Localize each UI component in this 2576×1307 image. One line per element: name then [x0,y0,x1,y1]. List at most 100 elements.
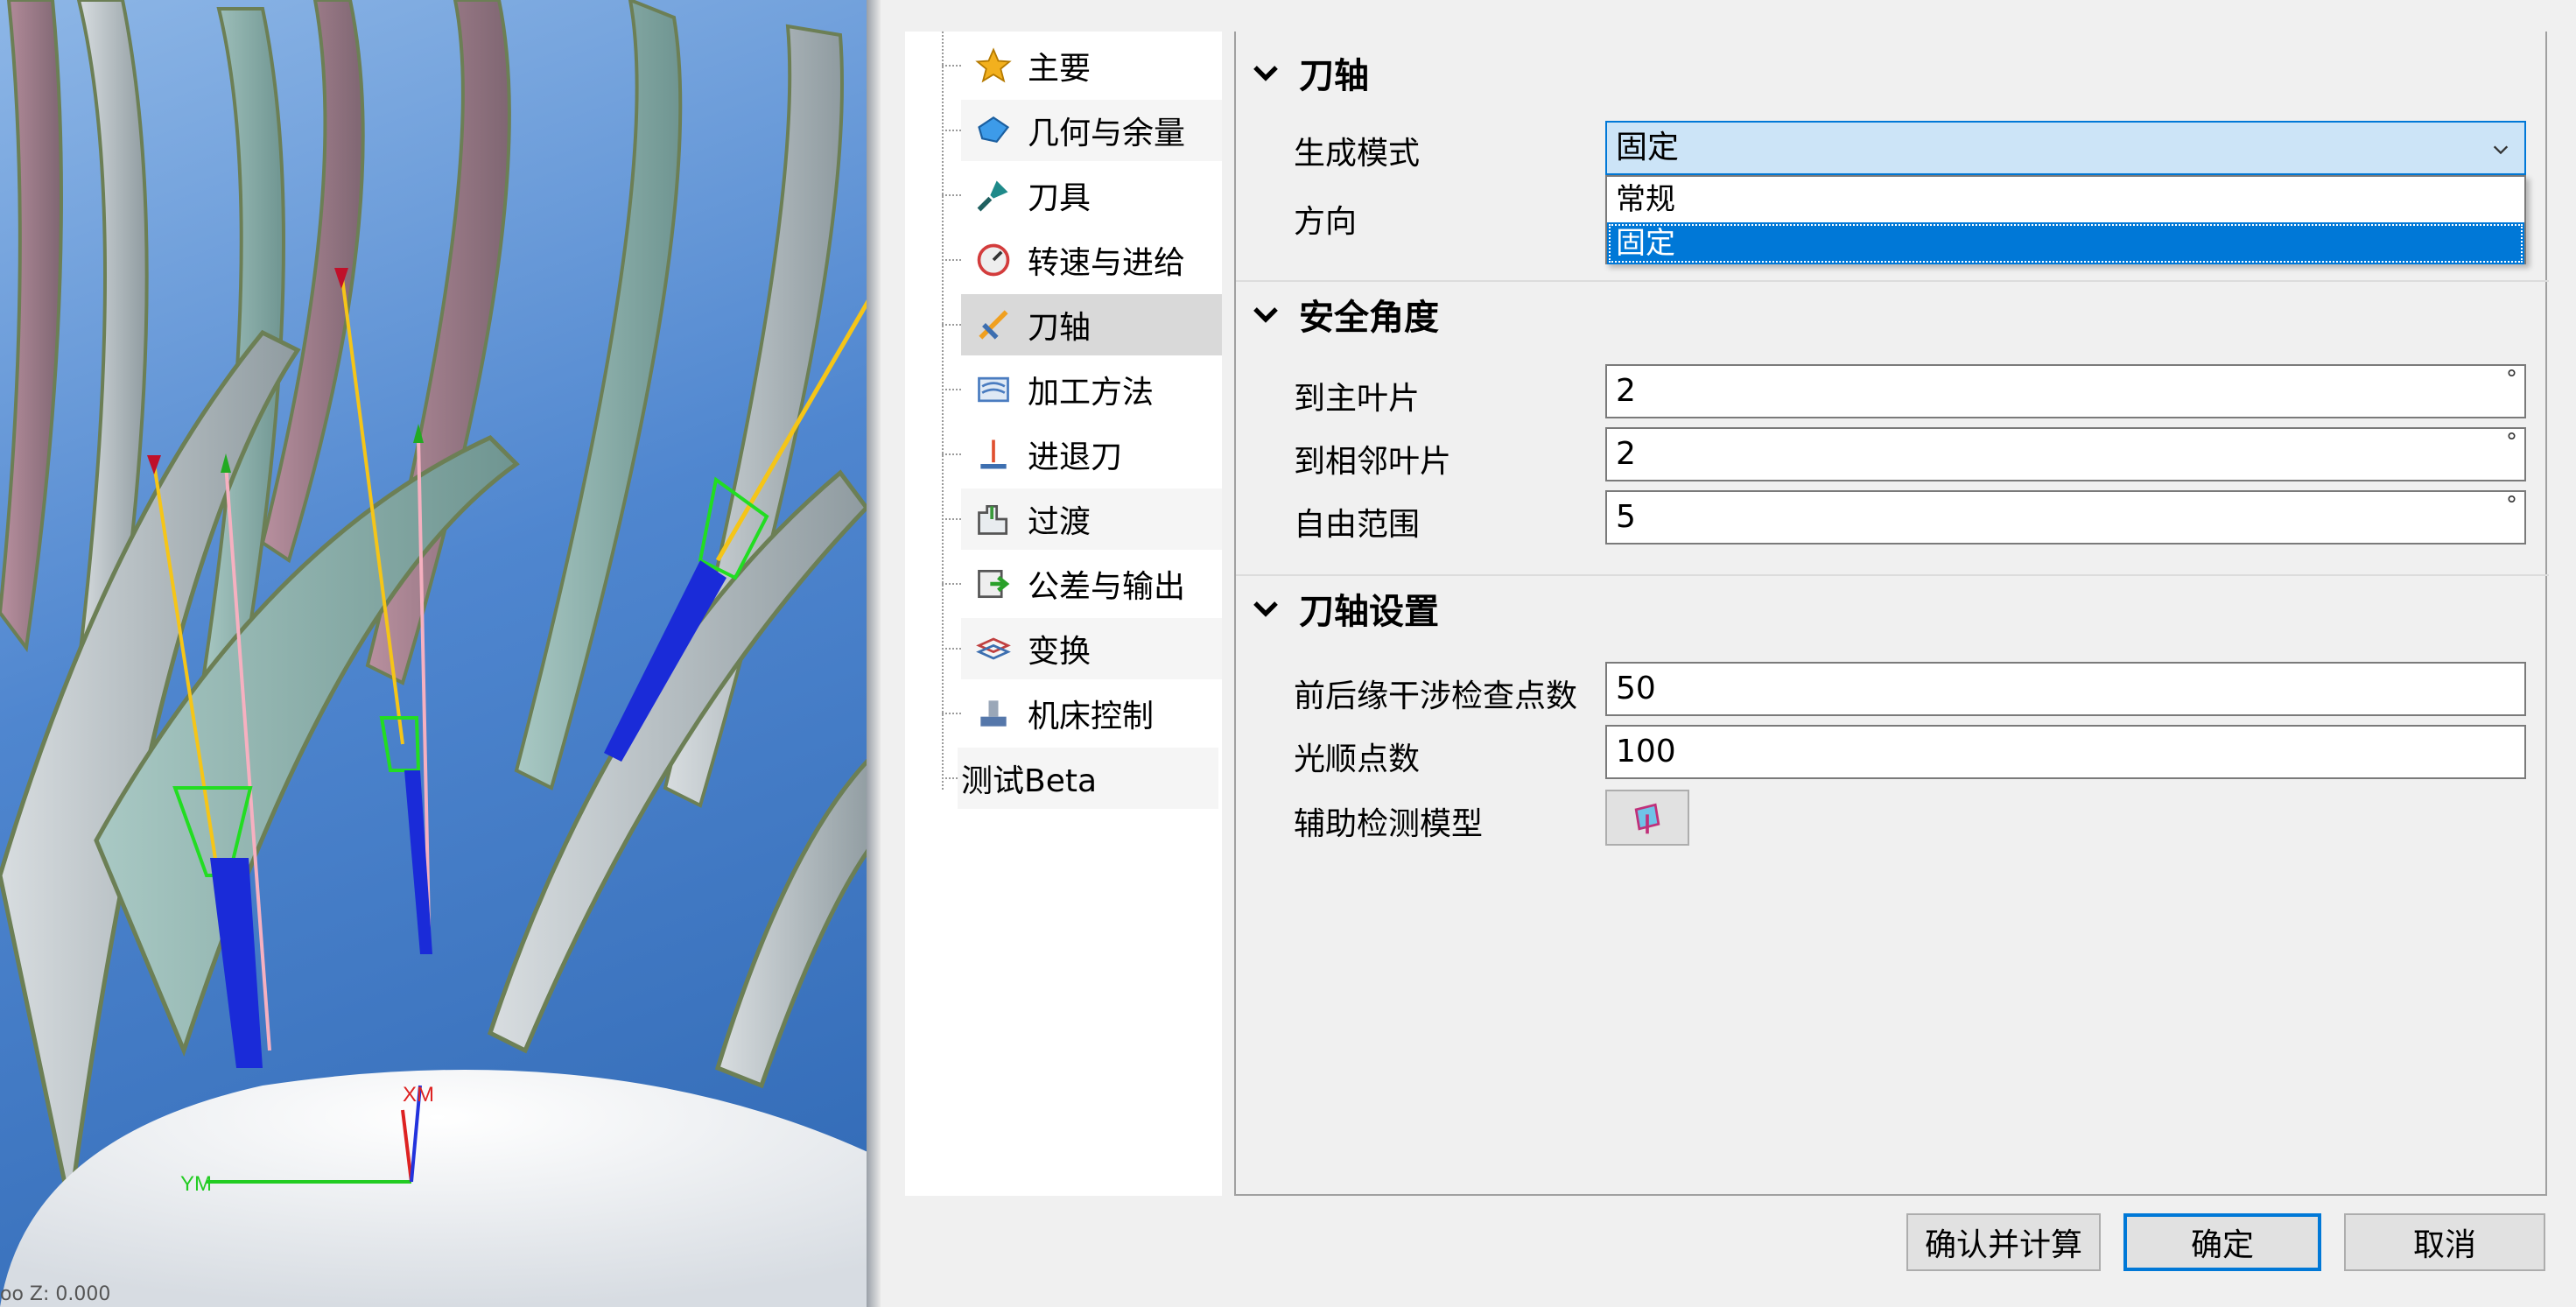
section-safety-angle-header[interactable]: 安全角度 [1250,289,1439,340]
adjacent-blade-label: 到相邻叶片 [1294,444,1452,480]
tree-item-test-beta[interactable]: 测试Beta [958,748,1218,809]
tree-item-label: 几何与余量 [1028,116,1186,151]
chevron-down-icon [1253,601,1278,617]
tree-item-label: 主要 [1028,51,1091,87]
mode-option-fixed[interactable]: 固定 [1607,222,2524,264]
tree-connector [942,583,961,585]
speed-feed-icon [972,238,1015,282]
geometry-icon [972,109,1015,152]
tree-connector [942,130,961,131]
chevron-down-icon [2493,145,2509,155]
transition-icon [972,497,1015,541]
tree-item-tolerance-output[interactable]: 公差与输出 [961,553,1222,615]
chevron-down-icon [1253,307,1278,323]
tree-connector [942,324,961,326]
tree-connector [942,453,961,455]
tree-item-transition[interactable]: 过渡 [961,488,1222,550]
section-title: 刀轴设置 [1299,592,1439,632]
tree-item-transform[interactable]: 变换 [961,618,1222,679]
adjacent-blade-angle-value: 2 [1616,436,1636,472]
tree-item-tool-axis[interactable]: 刀轴 [961,294,1222,355]
app-window: XM YM oo Z: 0.000 主要 几何与余量 刀具 转速与进给 刀轴 加… [0,0,2576,1307]
main-blade-angle-input[interactable]: 2 ° [1605,364,2526,418]
3d-viewport[interactable]: XM YM oo Z: 0.000 [0,0,875,1307]
edge-check-points-input[interactable]: 50 [1605,662,2526,716]
aux-model-label: 辅助检测模型 [1294,806,1484,842]
section-title: 刀轴 [1299,56,1369,96]
section-divider [1236,574,2549,576]
tool-axis-icon [972,303,1015,347]
section-divider [1236,280,2549,282]
splitter[interactable] [867,0,881,1307]
smooth-points-input[interactable]: 100 [1605,725,2526,779]
tree-item-label: 公差与输出 [1028,569,1186,605]
tree-connector [942,65,961,67]
cutting-tool-icon [972,173,1015,217]
tree-connector [942,648,961,650]
free-range-value: 5 [1616,499,1636,535]
edge-check-points-value: 50 [1616,671,1656,706]
tolerance-output-icon [972,562,1015,606]
impeller-model: XM YM [0,0,875,1307]
ok-button[interactable]: 确定 [2123,1213,2321,1271]
smooth-points-value: 100 [1616,734,1676,769]
mode-dropdown-list: 常规 固定 [1605,175,2526,264]
tree-item-label: 刀具 [1028,180,1091,216]
tree-connector [942,518,961,520]
tree-item-geometry[interactable]: 几何与余量 [961,100,1222,161]
tree-item-label: 机床控制 [1028,699,1155,734]
smooth-points-label: 光顺点数 [1294,741,1421,777]
confirm-calculate-button[interactable]: 确认并计算 [1906,1213,2101,1271]
axis-x-label: XM [403,1083,434,1107]
tree-connector [942,259,961,261]
tree-item-label: 变换 [1028,634,1091,670]
cancel-button[interactable]: 取消 [2344,1213,2545,1271]
degree-unit: ° [2506,492,2517,518]
degree-unit: ° [2506,429,2517,455]
free-range-input[interactable]: 5 ° [1605,490,2526,545]
aux-model-button[interactable] [1605,790,1689,846]
viewport-status-text: oo Z: 0.000 [0,1283,111,1305]
tree-item-label: 过渡 [1028,504,1091,540]
tree-connector [942,713,961,714]
tree-item-label: 加工方法 [1028,375,1155,411]
tree-item-label: 转速与进给 [1028,245,1186,281]
main-blade-label: 到主叶片 [1294,381,1421,417]
direction-label: 方向 [1294,204,1358,240]
axis-y-label: YM [180,1172,212,1196]
machining-method-icon [972,368,1015,411]
tree-item-cutting-tool[interactable]: 刀具 [961,165,1222,226]
free-range-label: 自由范围 [1294,507,1421,543]
tree-connector [942,389,961,390]
mode-select-value: 固定 [1616,130,1680,165]
tree-connector [942,194,961,196]
edge-check-label: 前后缘干涉检查点数 [1294,678,1578,714]
section-title: 安全角度 [1299,298,1439,338]
degree-unit: ° [2506,366,2517,392]
tree-item-label: 进退刀 [1028,439,1123,475]
machine-control-icon [972,692,1015,735]
tree-item-main[interactable]: 主要 [961,35,1222,96]
section-axis-settings-header[interactable]: 刀轴设置 [1250,583,1439,634]
settings-panel: 刀轴 生成模式 固定 方向 常规 固定 安全角度 到主叶片 2 ° 到相邻叶片 … [1234,32,2549,1196]
tree-item-speed-feed[interactable]: 转速与进给 [961,229,1222,291]
tree-item-lead-in-out[interactable]: 进退刀 [961,424,1222,485]
chevron-down-icon [1253,66,1278,81]
star-icon [972,44,1015,88]
settings-tree: 主要 几何与余量 刀具 转速与进给 刀轴 加工方法 进退刀 过渡 公差与输出 变… [905,32,1222,1196]
model-select-icon [1634,803,1660,834]
tree-item-machine-control[interactable]: 机床控制 [961,683,1222,744]
lead-in-out-icon [972,432,1015,476]
tree-item-label: 刀轴 [1028,310,1091,346]
transform-icon [972,627,1015,671]
adjacent-blade-angle-input[interactable]: 2 ° [1605,427,2526,481]
main-blade-angle-value: 2 [1616,373,1636,409]
mode-label: 生成模式 [1294,136,1421,172]
tree-item-machining-method[interactable]: 加工方法 [961,359,1222,420]
mode-select[interactable]: 固定 [1605,121,2526,175]
section-tool-axis-header[interactable]: 刀轴 [1250,47,1369,98]
tool-axis-dialog: 主要 几何与余量 刀具 转速与进给 刀轴 加工方法 进退刀 过渡 公差与输出 变… [881,0,2576,1307]
mode-option-normal[interactable]: 常规 [1607,179,2524,221]
tree-connector [942,32,944,790]
tree-item-label: 测试Beta [961,763,1098,799]
